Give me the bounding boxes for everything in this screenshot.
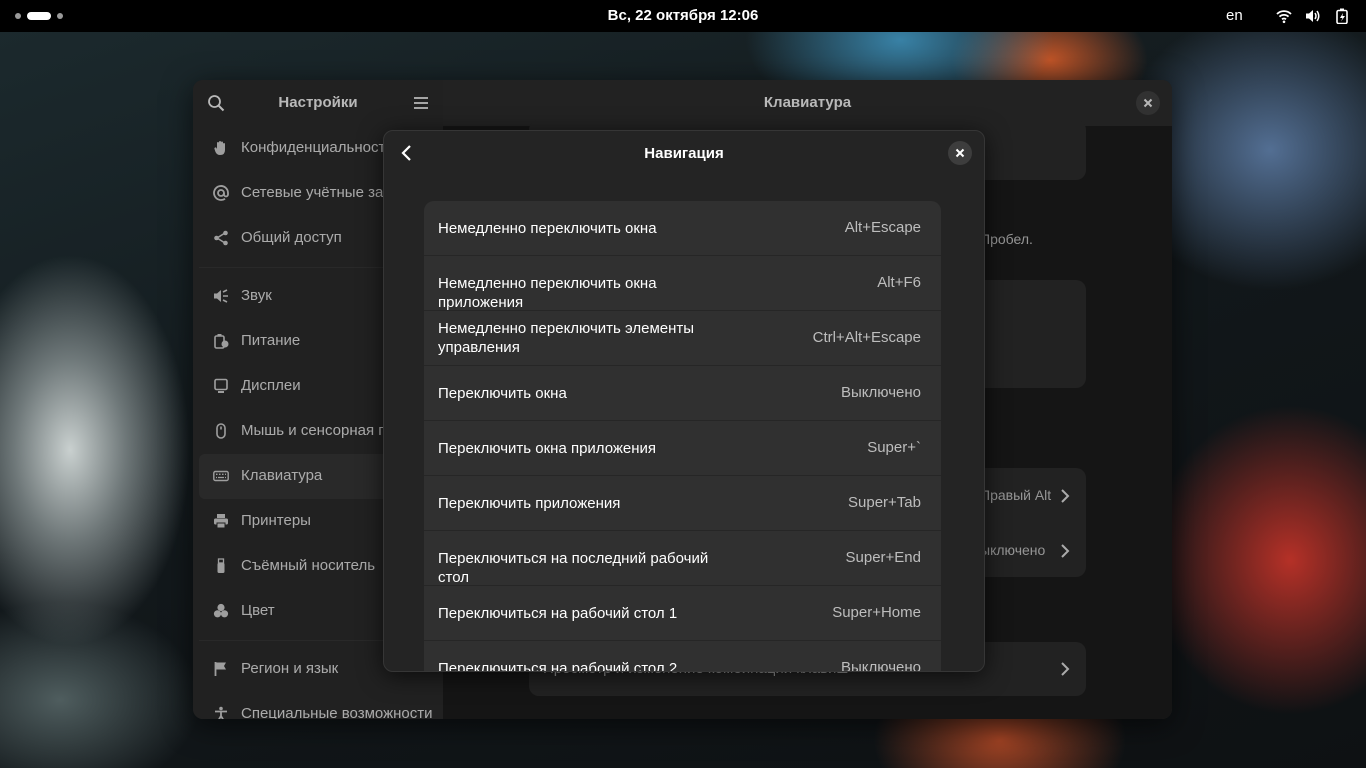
clock[interactable]: Вс, 22 октября 12:06 (0, 7, 1366, 24)
battery-icon[interactable] (1334, 8, 1350, 24)
shortcut-accel: Alt+Escape (844, 219, 921, 236)
shortcut-accel: Super+` (867, 439, 921, 456)
shortcut-accel: Выключено (841, 659, 921, 672)
top-bar: Вс, 22 октября 12:06 en (0, 0, 1366, 32)
shortcut-label: Переключиться на рабочий стол 1 (438, 605, 678, 622)
shortcut-row[interactable]: Переключить приложения Super+Tab (424, 476, 941, 531)
volume-icon[interactable] (1305, 8, 1321, 24)
navigation-shortcuts-dialog: Навигация Немедленно переключить окна Al… (383, 130, 985, 672)
shortcut-label: Переключить приложения (438, 495, 621, 512)
shortcut-list: Немедленно переключить окна Alt+Escape Н… (424, 201, 941, 672)
shortcut-row[interactable]: Немедленно переключить окна приложения A… (424, 256, 941, 311)
close-icon (955, 148, 965, 158)
shortcut-label: Переключиться на рабочий стол 2 (438, 660, 678, 672)
dialog-title: Навигация (644, 145, 724, 162)
shortcut-label: Переключить окна (438, 385, 567, 402)
shortcut-accel: Ctrl+Alt+Escape (812, 329, 921, 346)
shortcut-accel: Alt+F6 (877, 274, 921, 291)
keyboard-layout-indicator[interactable]: en (1226, 7, 1243, 24)
shortcut-row[interactable]: Переключиться на последний рабочий стол … (424, 531, 941, 586)
wifi-icon[interactable] (1276, 8, 1292, 24)
shortcut-accel: Выключено (841, 384, 921, 401)
shortcut-row[interactable]: Немедленно переключить окна Alt+Escape (424, 201, 941, 256)
dialog-close-button[interactable] (948, 141, 972, 165)
shortcut-row[interactable]: Переключить окна приложения Super+` (424, 421, 941, 476)
shortcut-label: Немедленно переключить окна (438, 220, 657, 237)
shortcut-accel: Super+Home (832, 604, 921, 621)
shortcut-row[interactable]: Переключить окна Выключено (424, 366, 941, 421)
shortcut-label: Немедленно переключить окна приложения (438, 275, 657, 311)
shortcut-accel: Super+End (845, 549, 921, 566)
shortcut-label: Немедленно переключить элементы управлен… (438, 320, 695, 356)
shortcut-row[interactable]: Немедленно переключить элементы управлен… (424, 311, 941, 366)
shortcut-label: Переключить окна приложения (438, 440, 657, 457)
shortcut-label: Переключиться на последний рабочий стол (438, 550, 709, 586)
shortcut-row[interactable]: Переключиться на рабочий стол 2 Выключен… (424, 641, 941, 672)
shortcut-accel: Super+Tab (848, 494, 921, 511)
shortcut-row[interactable]: Переключиться на рабочий стол 1 Super+Ho… (424, 586, 941, 641)
